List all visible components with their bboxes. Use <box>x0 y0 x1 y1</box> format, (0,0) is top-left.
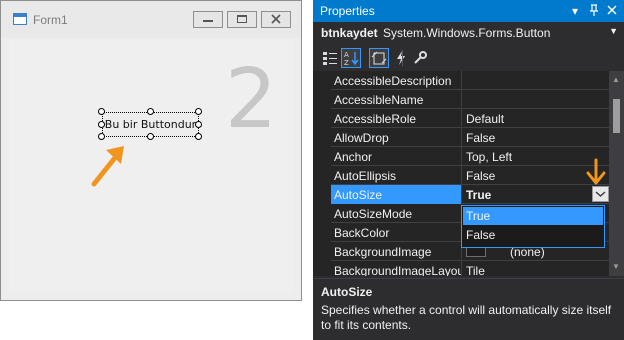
form-titlebar[interactable]: Form1 <box>1 1 301 38</box>
description-title: AutoSize <box>321 285 373 299</box>
toolbar-separator <box>402 50 403 66</box>
panel-title: Properties <box>320 4 375 18</box>
close-button[interactable] <box>261 11 291 28</box>
resize-handle[interactable] <box>195 121 202 128</box>
property-row-autosize[interactable]: AutoSize True <box>331 185 609 204</box>
maximize-icon <box>237 15 247 23</box>
grid-gutter <box>313 71 331 276</box>
description-pane: AutoSize Specifies whether a control wil… <box>313 278 624 340</box>
property-name: AccessibleRole <box>334 112 417 126</box>
property-name: AccessibleDescription <box>334 74 452 88</box>
property-row-autoellipsis[interactable]: AutoEllipsis False <box>331 166 609 185</box>
property-row-allowdrop[interactable]: AllowDrop False <box>331 128 609 147</box>
form-title: Form1 <box>33 13 68 27</box>
column-divider <box>461 185 462 204</box>
resize-handle[interactable] <box>195 133 202 140</box>
resize-handle[interactable] <box>98 108 105 115</box>
property-name: BackColor <box>334 226 390 240</box>
property-name: BackgroundImageLayout <box>334 264 461 276</box>
categorized-icon[interactable] <box>320 48 340 68</box>
dropdown-option-false[interactable]: False <box>463 226 603 244</box>
minimize-button[interactable] <box>193 11 223 28</box>
step-number: 2 <box>225 52 278 147</box>
resize-handle[interactable] <box>147 133 154 140</box>
scroll-down-icon[interactable]: ▼ <box>612 262 620 271</box>
property-name: AutoSizeMode <box>334 207 413 221</box>
properties-panel: Properties ▾ btnkaydet System.Windows.Fo… <box>313 0 624 340</box>
maximize-button[interactable] <box>227 11 257 28</box>
column-divider <box>461 71 462 90</box>
close-icon <box>271 14 281 24</box>
resize-handle[interactable] <box>98 133 105 140</box>
form-designer-window: Form1 2 Bu bir Buttondur <box>0 0 302 301</box>
property-name: AccessibleName <box>334 93 424 107</box>
property-value[interactable]: True <box>466 188 491 202</box>
column-divider <box>461 109 462 128</box>
properties-icon[interactable] <box>369 48 389 68</box>
scroll-thumb[interactable] <box>613 99 620 133</box>
property-row-anchor[interactable]: Anchor Top, Left <box>331 147 609 166</box>
column-divider <box>461 261 462 276</box>
property-row-accessibledescription[interactable]: AccessibleDescription <box>331 71 609 90</box>
window-position-icon[interactable]: ▾ <box>572 4 578 18</box>
alphabetical-icon[interactable]: AZ <box>341 48 361 68</box>
svg-text:A: A <box>344 51 349 59</box>
property-row-backgroundimagelayout[interactable]: BackgroundImageLayout Tile <box>331 261 609 276</box>
property-row-accessiblerole[interactable]: AccessibleRole Default <box>331 109 609 128</box>
property-name: AllowDrop <box>334 131 389 145</box>
column-divider <box>461 166 462 185</box>
chevron-down-icon[interactable]: ▼ <box>609 26 618 36</box>
property-name: AutoEllipsis <box>334 169 397 183</box>
minimize-icon <box>203 20 213 22</box>
property-value[interactable]: Default <box>466 112 504 126</box>
property-value[interactable]: Top, Left <box>466 150 512 164</box>
description-text: Specifies whether a control will automat… <box>321 303 612 332</box>
column-divider <box>461 128 462 147</box>
form-icon <box>13 13 27 25</box>
chevron-down-icon <box>595 191 606 197</box>
svg-text:Z: Z <box>344 59 349 67</box>
value-dropdown-button[interactable] <box>592 186 609 202</box>
events-icon[interactable] <box>391 48 411 68</box>
property-value[interactable]: Tile <box>466 264 485 276</box>
property-row-accessiblename[interactable]: AccessibleName <box>331 90 609 109</box>
object-type: System.Windows.Forms.Button <box>383 26 551 40</box>
object-selector[interactable]: btnkaydet System.Windows.Forms.Button ▼ <box>313 22 624 45</box>
autosize-dropdown-list[interactable]: True False <box>461 205 605 248</box>
property-value[interactable]: False <box>466 131 495 145</box>
dropdown-option-true[interactable]: True <box>463 207 603 225</box>
properties-toolbar: AZ <box>313 45 624 71</box>
resize-handle[interactable] <box>147 108 154 115</box>
resize-handle[interactable] <box>98 121 105 128</box>
grid-scrollbar[interactable]: ▲ ▼ <box>609 71 624 276</box>
resize-handle[interactable] <box>195 108 202 115</box>
scroll-up-icon[interactable]: ▲ <box>612 75 620 84</box>
column-divider <box>461 90 462 109</box>
column-divider <box>461 147 462 166</box>
property-name: AutoSize <box>334 188 383 202</box>
pin-icon[interactable] <box>589 4 599 19</box>
property-value[interactable]: False <box>466 169 495 183</box>
property-name: Anchor <box>334 150 373 164</box>
property-pages-icon[interactable] <box>410 48 430 68</box>
property-name: BackgroundImage <box>334 245 432 259</box>
properties-header: Properties ▾ <box>313 0 624 22</box>
object-name: btnkaydet <box>321 26 378 40</box>
close-panel-icon[interactable] <box>607 4 617 19</box>
